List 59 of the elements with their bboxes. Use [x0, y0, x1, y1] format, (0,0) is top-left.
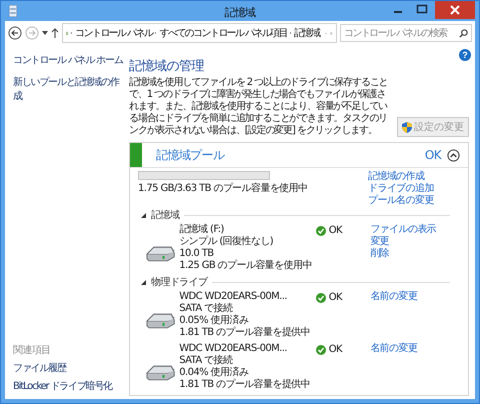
up-arrow-icon[interactable]: [51, 28, 59, 38]
address-bar[interactable]: コントロール パネル すべてのコントロール パネル項目 記憶域: [62, 23, 337, 43]
task-link[interactable]: プール名の変更: [368, 195, 460, 207]
drive-icon: [146, 311, 176, 329]
drive-detail: 1.25 GB のプール容量を使用中: [179, 260, 313, 272]
drive-detail: 記憶域 (F:): [179, 224, 225, 236]
drive-detail: SATA で接続: [179, 303, 234, 314]
drive-detail: WDC WD20EARS-00M...: [179, 343, 288, 354]
close-icon[interactable]: [435, 1, 475, 19]
drive-icon: [146, 244, 176, 262]
page-heading: 記憶域の管理: [129, 58, 205, 75]
breadcrumb[interactable]: すべてのコントロール パネル項目: [159, 26, 288, 40]
pool-title: 記憶域プール: [156, 146, 226, 164]
section-title: 物理ドライブ: [151, 276, 208, 289]
action-link[interactable]: 名前の変更: [370, 343, 460, 355]
drive-detail: SATA で接続: [179, 355, 234, 366]
related-link[interactable]: ファイル履歴: [13, 361, 123, 375]
description: 記憶域を使用してファイルを 2 つ以上のドライブに保存することで、1 つのドライブに障害が発生した場合でもファイルが保護されます。また、記憶域を使用することにより、容量が不足している場合にドライブを簡単に追加することができます。タスクのリンクが表示されない場合は、[設定の変更] をクリックします。: [129, 77, 389, 137]
action-link[interactable]: ファイルの表示: [370, 224, 460, 236]
drive-status: OK: [328, 225, 342, 237]
window-title: 記憶域: [224, 5, 256, 20]
check-icon: [316, 226, 326, 236]
drive-detail: シンプル (回復性なし): [179, 236, 274, 248]
drive-detail: 1.81 TB のプール容量を提供中: [179, 379, 312, 391]
breadcrumb[interactable]: 記憶域: [294, 26, 320, 40]
status-bar-indicator: [130, 143, 142, 167]
task-link[interactable]: 記憶域の作成: [368, 171, 460, 183]
shield-icon: [402, 122, 412, 132]
action-link[interactable]: 変更: [370, 236, 460, 248]
action-link[interactable]: 削除: [370, 248, 460, 260]
caret-icon[interactable]: [42, 31, 48, 35]
related-heading: 関連項目: [13, 344, 52, 357]
drive-icon: [146, 363, 176, 381]
usage-text: 1.75 GB/3.63 TB のプール容量を使用中: [138, 182, 308, 195]
search-field[interactable]: コントロール パネルの検索: [340, 24, 472, 42]
drive-detail: 0.04% 使用済み: [179, 367, 250, 378]
check-icon: [316, 293, 326, 303]
related-link[interactable]: BitLocker ドライブ暗号化: [13, 379, 123, 393]
action-link[interactable]: 名前の変更: [370, 291, 460, 303]
drive-detail: WDC WD20EARS-00M...: [179, 291, 288, 302]
search-icon: [459, 28, 468, 38]
pool-status: OK: [424, 148, 441, 162]
sidebar-link[interactable]: 新しいプールと記憶域の作成: [13, 75, 123, 103]
breadcrumb[interactable]: コントロール パネル: [75, 26, 152, 40]
sidebar-link[interactable]: コントロール パネル ホーム: [13, 53, 123, 67]
task-link[interactable]: ドライブの追加: [368, 183, 460, 195]
app-menu-icon[interactable]: [9, 5, 17, 17]
drive-status: OK: [328, 344, 342, 356]
section-title: 記憶域: [151, 208, 180, 222]
drive-detail: 1.81 TB のプール容量を提供中: [179, 327, 312, 339]
drive-status: OK: [328, 292, 342, 304]
drive-detail: 10.0 TB: [179, 248, 214, 260]
expand-triangle-icon[interactable]: [141, 280, 146, 284]
help-button[interactable]: ?: [459, 49, 471, 61]
back-icon[interactable]: [8, 26, 22, 40]
check-icon: [316, 345, 326, 355]
expand-triangle-icon[interactable]: [141, 212, 146, 218]
drive-detail: 0.05% 使用済み: [179, 315, 250, 326]
collapse-icon[interactable]: [447, 148, 460, 162]
